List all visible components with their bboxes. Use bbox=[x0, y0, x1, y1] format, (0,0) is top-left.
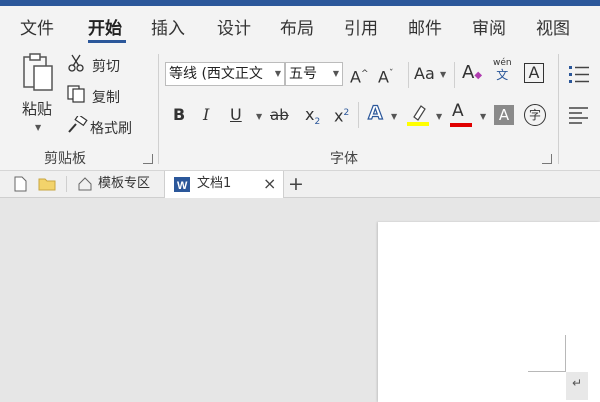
tab-mailings[interactable]: 邮件 bbox=[408, 14, 442, 39]
button-separator bbox=[454, 62, 455, 88]
group-separator bbox=[558, 54, 559, 164]
margin-crop-mark-horizontal bbox=[528, 371, 565, 372]
folder-icon[interactable] bbox=[38, 177, 56, 191]
change-case-icon: Aa bbox=[414, 64, 435, 83]
close-tab-icon[interactable]: × bbox=[263, 171, 276, 197]
phonetic-guide-button[interactable]: wén 文 bbox=[493, 58, 512, 82]
tab-design[interactable]: 设计 bbox=[217, 14, 251, 39]
margin-crop-mark-vertical bbox=[565, 335, 566, 372]
strikethrough-button[interactable]: ab bbox=[270, 106, 289, 124]
paste-icon[interactable] bbox=[22, 52, 56, 94]
character-border-button[interactable]: A bbox=[524, 63, 544, 83]
change-case-button[interactable]: Aa bbox=[414, 65, 435, 83]
underline-button[interactable]: U bbox=[230, 106, 242, 124]
tab-view[interactable]: 视图 bbox=[536, 14, 570, 39]
scissors-icon[interactable] bbox=[68, 54, 84, 72]
phonetic-guide-pinyin: wén bbox=[493, 58, 512, 68]
superscript-mark: 2 bbox=[343, 108, 350, 118]
ribbon: 粘贴 ▼ 剪切 复制 格式刷 剪贴板 等线 (西文正文 ▼ 五号 ▼ A^ Aˇ… bbox=[0, 46, 600, 171]
font-group-label: 字体 bbox=[330, 151, 358, 167]
phonetic-guide-char: 文 bbox=[496, 68, 509, 82]
font-size-value: 五号 bbox=[289, 66, 317, 82]
tab-document-1[interactable]: W 文档1 × bbox=[164, 171, 284, 198]
font-color-button[interactable]: A bbox=[452, 102, 464, 120]
document-page[interactable]: ↵ bbox=[378, 222, 600, 402]
tab-home[interactable]: 开始 bbox=[88, 14, 122, 39]
word-document-icon: W bbox=[174, 177, 190, 192]
shrink-font-button[interactable]: Aˇ bbox=[378, 65, 393, 86]
font-size-combobox[interactable]: 五号 ▼ bbox=[285, 62, 343, 86]
grow-font-button[interactable]: A^ bbox=[350, 65, 369, 86]
highlighter-icon[interactable] bbox=[406, 103, 430, 127]
button-separator bbox=[408, 62, 409, 88]
font-name-value: 等线 (西文正文 bbox=[169, 66, 263, 82]
paste-dropdown-arrow[interactable]: ▼ bbox=[35, 123, 41, 132]
format-painter-button[interactable]: 格式刷 bbox=[90, 118, 132, 138]
chevron-down-icon: ▼ bbox=[274, 69, 281, 78]
font-color-swatch bbox=[450, 123, 472, 127]
clear-formatting-button[interactable]: A◆ bbox=[462, 64, 482, 85]
text-effects-dropdown-arrow[interactable]: ▼ bbox=[391, 112, 397, 121]
document-tabs-bar: 模板专区 W 文档1 × + bbox=[0, 171, 600, 198]
copy-button[interactable]: 复制 bbox=[92, 87, 120, 107]
active-tab-underline bbox=[88, 40, 126, 43]
cut-button[interactable]: 剪切 bbox=[92, 56, 120, 76]
copy-icon[interactable] bbox=[67, 85, 87, 103]
enclose-characters-button[interactable]: 字 bbox=[524, 104, 546, 126]
tab-file[interactable]: 文件 bbox=[20, 14, 54, 39]
align-left-icon[interactable] bbox=[568, 106, 590, 124]
clear-formatting-icon: A bbox=[462, 62, 475, 83]
tab-insert[interactable]: 插入 bbox=[151, 14, 185, 39]
clipboard-dialog-launcher[interactable] bbox=[143, 154, 153, 164]
svg-text:W: W bbox=[177, 180, 188, 192]
format-painter-icon[interactable] bbox=[66, 116, 88, 134]
clipboard-group-label: 剪贴板 bbox=[44, 151, 86, 167]
group-separator bbox=[158, 54, 159, 164]
home-icon bbox=[78, 177, 92, 191]
paragraph-mark: ↵ bbox=[566, 372, 588, 400]
new-document-icon[interactable] bbox=[14, 176, 27, 192]
new-tab-icon[interactable]: + bbox=[288, 172, 304, 196]
paste-button-label[interactable]: 粘贴 bbox=[22, 98, 52, 119]
tab-separator bbox=[66, 176, 67, 192]
bullet-list-icon[interactable] bbox=[568, 64, 590, 84]
font-dialog-launcher[interactable] bbox=[542, 154, 552, 164]
bold-button[interactable]: B bbox=[173, 106, 185, 124]
italic-button[interactable]: I bbox=[203, 106, 209, 124]
font-name-combobox[interactable]: 等线 (西文正文 ▼ bbox=[165, 62, 285, 86]
subscript-button[interactable]: x2 bbox=[305, 106, 320, 131]
superscript-button[interactable]: x2 bbox=[334, 104, 349, 125]
tab-template-zone[interactable]: 模板专区 bbox=[72, 171, 164, 197]
button-separator bbox=[358, 102, 359, 128]
highlight-dropdown-arrow[interactable]: ▼ bbox=[436, 112, 442, 121]
tab-references[interactable]: 引用 bbox=[344, 14, 378, 39]
grow-font-icon: A bbox=[350, 67, 361, 87]
tab-review[interactable]: 审阅 bbox=[472, 14, 506, 39]
ribbon-tab-bar: 文件 开始 插入 设计 布局 引用 邮件 审阅 视图 bbox=[0, 6, 600, 46]
document-canvas[interactable]: ↵ bbox=[0, 198, 600, 402]
shrink-font-icon: A bbox=[378, 67, 389, 87]
underline-dropdown-arrow[interactable]: ▼ bbox=[256, 112, 262, 121]
chevron-down-icon: ▼ bbox=[332, 69, 339, 78]
tab-document-1-label: 文档1 bbox=[197, 176, 232, 191]
change-case-dropdown-arrow[interactable]: ▼ bbox=[440, 70, 446, 79]
font-color-dropdown-arrow[interactable]: ▼ bbox=[480, 112, 486, 121]
font-color-icon: A bbox=[452, 101, 464, 121]
text-effects-button[interactable]: A bbox=[367, 103, 383, 123]
character-border-icon: A bbox=[528, 63, 540, 82]
tab-template-zone-label: 模板专区 bbox=[98, 176, 151, 191]
character-shading-button[interactable]: A bbox=[494, 105, 514, 125]
subscript-mark: 2 bbox=[314, 117, 321, 128]
tab-layout[interactable]: 布局 bbox=[280, 14, 314, 39]
